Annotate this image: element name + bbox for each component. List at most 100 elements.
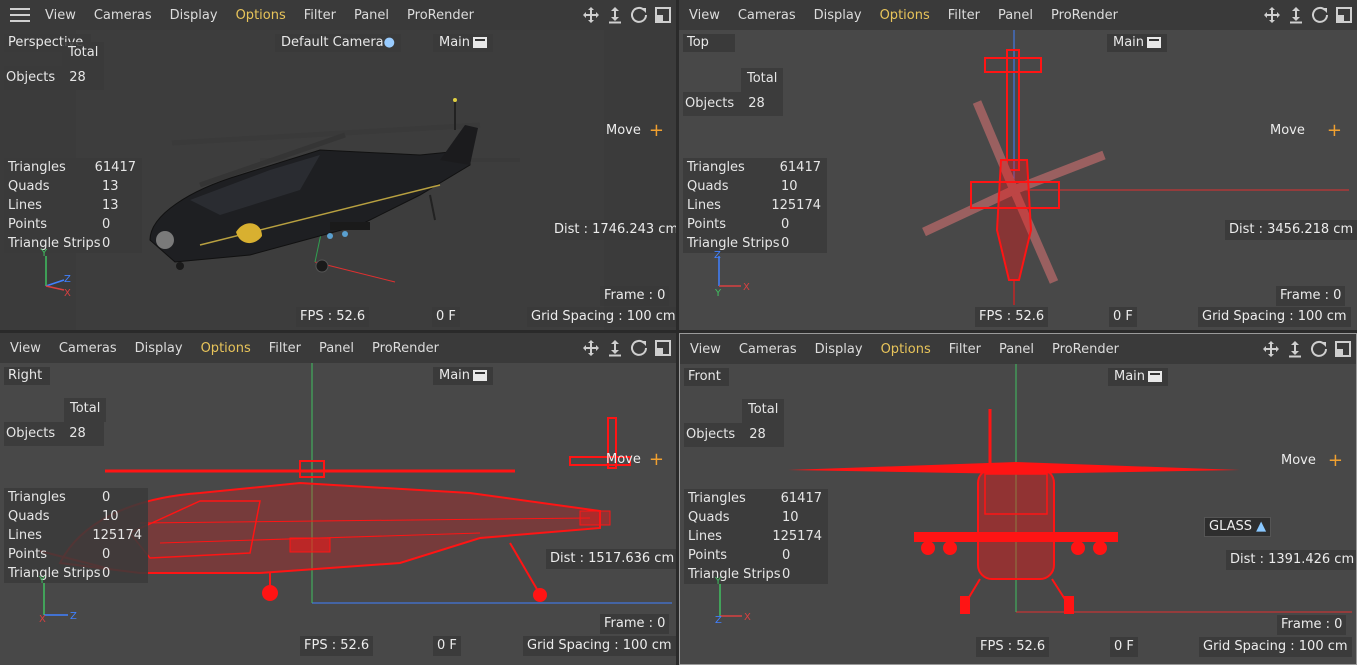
stat-objects-value: 28	[69, 70, 86, 85]
stat-objects-value: 28	[748, 96, 765, 111]
move-tool-label[interactable]: Move +	[606, 121, 664, 141]
stat-strips-value: 0	[781, 236, 790, 251]
stat-objects-label: Objects	[6, 70, 56, 85]
stats-panel: Triangles 0 Quads 10 Lines 125174 Points 0 T…	[4, 488, 148, 583]
frame-readout: Frame : 0	[600, 614, 670, 634]
stats-panel: Triangles 61417 Quads 13 Lines 13 Points 0 T…	[4, 158, 142, 253]
viewport-top[interactable]: View Cameras Display Options Filter Pane…	[679, 0, 1357, 330]
stat-quads-value: 10	[102, 509, 119, 524]
stat-objects-value: 28	[749, 427, 766, 442]
stat-lines-label: Lines	[8, 198, 42, 213]
move-tool-label[interactable]: Move +	[606, 450, 664, 470]
stat-triangles-label: Triangles	[688, 491, 746, 506]
viewport-name: Right	[4, 367, 51, 385]
stats-panel: Triangles 61417 Quads 10 Lines 125174 Point…	[683, 158, 827, 253]
grid-spacing-readout: Grid Spacing : 100 cm	[1198, 307, 1351, 327]
grid-spacing-readout: Grid Spacing : 100 cm	[527, 307, 676, 327]
stats-objects-row: Objects 28	[684, 423, 784, 447]
stat-points-label: Points	[8, 217, 48, 232]
viewport-front[interactable]: View Cameras Display Options Filter Pane…	[679, 333, 1357, 665]
distance-readout: Dist : 3456.218 cm	[1225, 220, 1357, 240]
axis-gizmo: Z X Y	[714, 250, 750, 298]
camera-icon: ●	[383, 35, 395, 50]
move-label: Move	[606, 452, 641, 467]
viewport-perspective[interactable]: View Cameras Display Options Filter Pane…	[0, 0, 676, 330]
svg-text:Z: Z	[715, 615, 722, 624]
svg-text:Y: Y	[38, 575, 46, 586]
viewport-name: Top	[683, 34, 735, 52]
stat-lines-value: 125174	[772, 529, 822, 544]
glass-material-icon: ▲	[1256, 519, 1267, 534]
stats-total-header: Total	[741, 68, 784, 92]
stat-strips-value: 0	[782, 567, 791, 582]
move-plus-icon: +	[1326, 120, 1342, 141]
stat-lines-value: 125174	[771, 198, 821, 213]
main-label: Main	[439, 35, 471, 50]
axis-gizmo: Y Z X	[40, 248, 71, 298]
move-label: Move	[1281, 453, 1316, 468]
stats-total-header: Total	[742, 399, 785, 423]
svg-text:Z: Z	[714, 250, 721, 261]
glass-label: GLASS	[1209, 519, 1253, 534]
stat-strips-value: 0	[102, 566, 111, 581]
frame-marker: 0 F	[432, 307, 460, 327]
stat-triangles-label: Triangles	[687, 160, 745, 175]
distance-readout: Dist : 1517.636 cm	[546, 549, 676, 569]
stat-quads-value: 10	[781, 179, 798, 194]
distance-readout: Dist : 1391.426 cm	[1226, 550, 1356, 570]
stat-triangles-label: Triangles	[8, 160, 66, 175]
main-take-selector[interactable]: Main	[1108, 368, 1169, 386]
stats-total-header: Total	[64, 398, 107, 422]
axis-gizmo: Y X Z	[714, 576, 751, 624]
svg-text:Z: Z	[64, 274, 71, 285]
stat-points-label: Points	[687, 217, 727, 232]
stat-quads-value: 10	[782, 510, 799, 525]
move-label: Move	[606, 123, 641, 138]
camera-selector[interactable]: Default Camera●	[275, 34, 401, 52]
stat-quads-value: 13	[102, 179, 119, 194]
svg-text:X: X	[39, 614, 46, 623]
stat-lines-value: 13	[102, 198, 119, 213]
clapboard-icon	[1148, 371, 1163, 382]
stat-points-label: Points	[8, 547, 48, 562]
stat-triangles-value: 61417	[779, 160, 821, 175]
frame-marker: 0 F	[433, 636, 461, 656]
main-take-selector[interactable]: Main	[433, 367, 494, 385]
main-label: Main	[1114, 369, 1146, 384]
main-label: Main	[1113, 35, 1145, 50]
svg-text:Z: Z	[70, 611, 77, 622]
glass-material-tag[interactable]: GLASS ▲	[1204, 517, 1272, 537]
stat-triangles-value: 0	[102, 490, 111, 505]
frame-readout: Frame : 0	[600, 286, 670, 306]
clapboard-icon	[473, 37, 488, 48]
stat-objects-label: Objects	[685, 96, 735, 111]
move-plus-icon: +	[648, 449, 664, 470]
clapboard-icon	[1147, 37, 1162, 48]
stat-triangles-value: 61417	[780, 491, 822, 506]
frame-readout: Frame : 0	[1276, 286, 1346, 306]
frame-marker: 0 F	[1110, 637, 1138, 657]
svg-text:X: X	[743, 282, 750, 293]
clapboard-icon	[473, 370, 488, 381]
stat-objects-value: 28	[69, 426, 86, 441]
stat-lines-label: Lines	[688, 529, 722, 544]
stat-quads-label: Quads	[688, 510, 730, 525]
stat-lines-label: Lines	[8, 528, 42, 543]
svg-text:X: X	[64, 288, 71, 298]
stat-objects-label: Objects	[6, 426, 56, 441]
move-tool-label[interactable]: Move +	[1281, 451, 1343, 471]
main-take-selector[interactable]: Main	[433, 34, 494, 52]
stats-objects-row: Objects 28	[683, 92, 783, 116]
fps-readout: FPS : 52.6	[976, 637, 1050, 657]
svg-text:Y: Y	[714, 288, 722, 298]
move-plus-icon: +	[648, 120, 664, 141]
move-tool-label[interactable]: Move +	[1270, 121, 1342, 141]
fps-readout: FPS : 52.6	[975, 307, 1049, 327]
stat-quads-label: Quads	[687, 179, 729, 194]
main-take-selector[interactable]: Main	[1107, 34, 1168, 52]
svg-text:Y: Y	[714, 576, 722, 587]
frame-marker: 0 F	[1109, 307, 1137, 327]
stats-panel: Triangles 61417 Quads 10 Lines 125174 Point…	[684, 489, 828, 584]
stat-quads-label: Quads	[8, 509, 50, 524]
viewport-right[interactable]: View Cameras Display Options Filter Pane…	[0, 333, 676, 665]
